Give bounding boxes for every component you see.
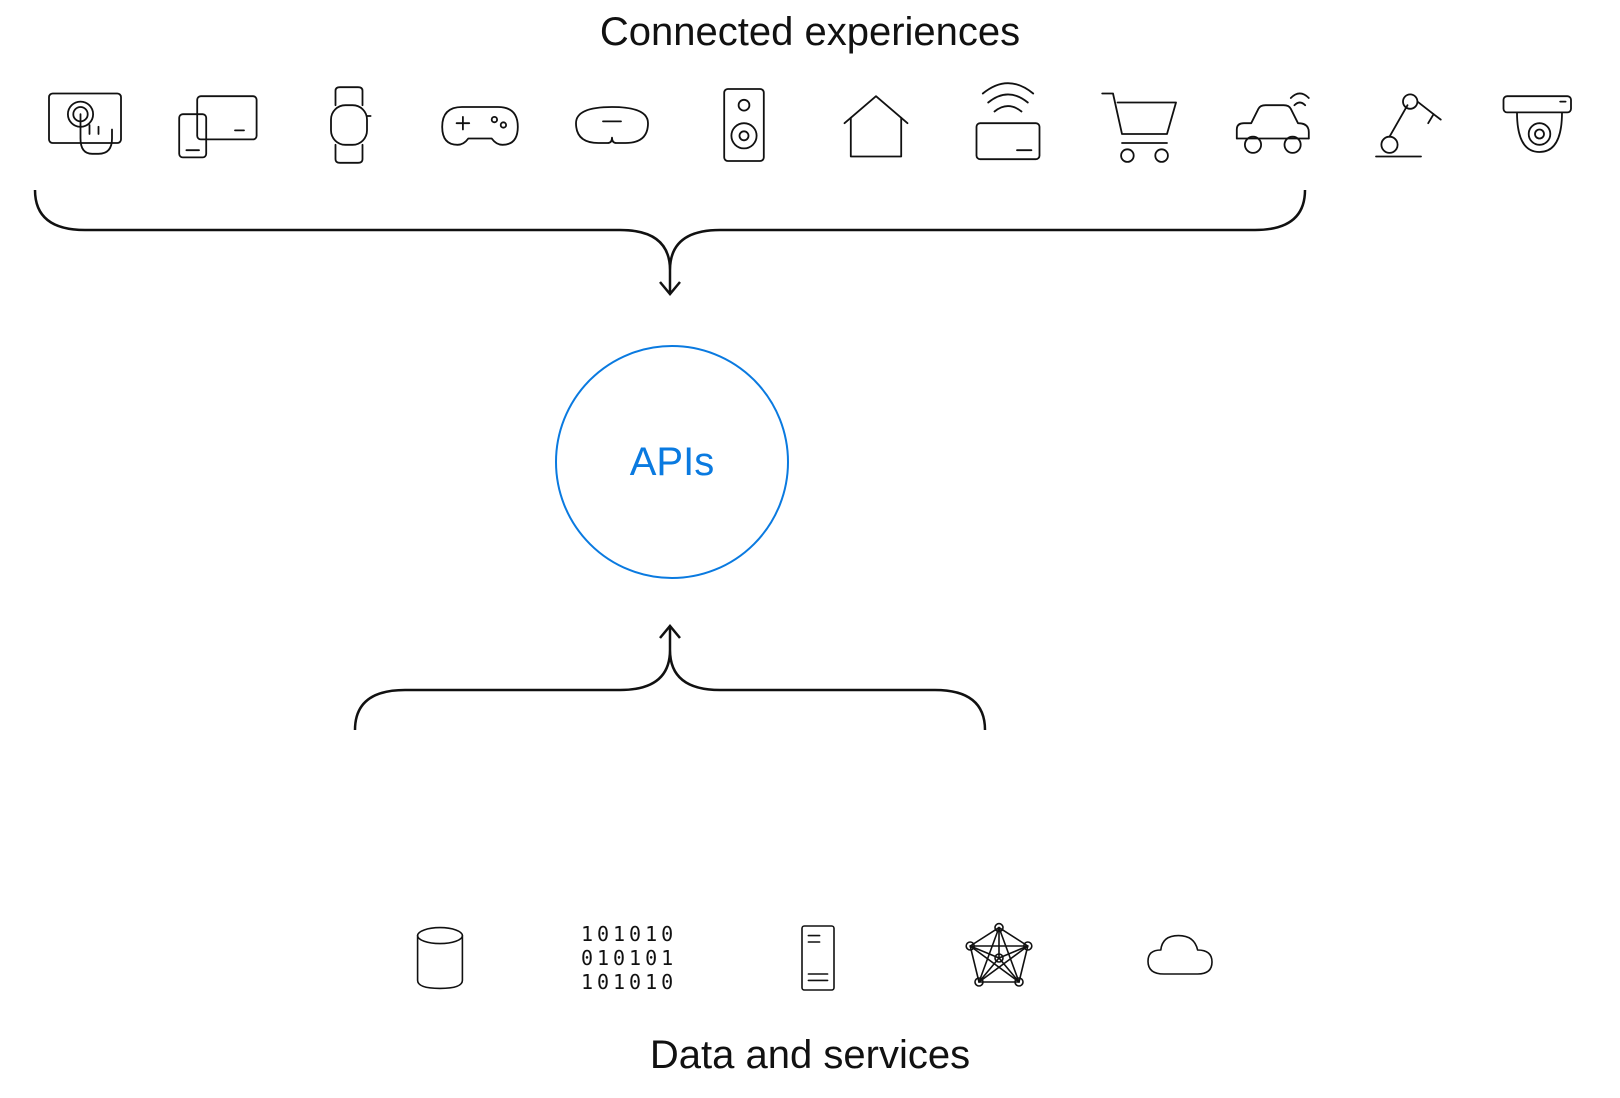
contactless-card-icon — [963, 80, 1053, 170]
binary-data-icon: 101010 010101 101010 — [581, 922, 677, 994]
home-icon — [831, 80, 921, 170]
smartwatch-icon — [304, 80, 394, 170]
game-controller-icon — [435, 80, 525, 170]
headset-icon — [567, 80, 657, 170]
bottom-brace-arrow — [350, 615, 990, 730]
robot-arm-icon — [1358, 80, 1448, 170]
shopping-cart-icon — [1095, 80, 1185, 170]
connected-experiences-title: Connected experiences — [0, 10, 1620, 55]
security-camera-icon — [1490, 80, 1580, 170]
speaker-icon — [699, 80, 789, 170]
database-icon — [400, 918, 480, 998]
server-icon — [778, 918, 858, 998]
connected-car-icon — [1226, 80, 1316, 170]
data-services-icons: 101010 010101 101010 — [400, 918, 1220, 998]
apis-label: APIs — [630, 440, 714, 485]
touchscreen-icon — [40, 80, 130, 170]
top-brace-arrow — [30, 190, 1310, 300]
apis-node: APIs — [555, 345, 789, 579]
api-architecture-diagram: Connected experiences — [0, 0, 1620, 1098]
cloud-icon — [1140, 918, 1220, 998]
connected-experiences-icons — [40, 80, 1580, 170]
data-services-title: Data and services — [0, 1033, 1620, 1078]
devices-icon — [172, 80, 262, 170]
network-graph-icon — [959, 918, 1039, 998]
